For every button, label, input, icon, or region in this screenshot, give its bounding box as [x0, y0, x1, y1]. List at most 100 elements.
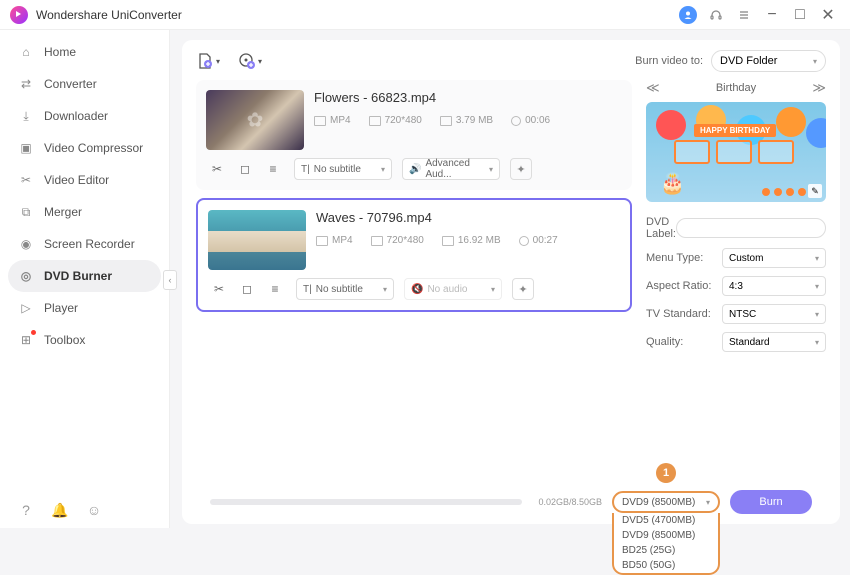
quality-select[interactable]: Standard▾	[722, 332, 826, 352]
recorder-icon: ◉	[18, 236, 34, 252]
file-duration: 00:06	[511, 115, 550, 126]
download-icon: ⤓	[18, 108, 34, 124]
toolbox-icon: ⊞	[18, 332, 34, 348]
close-icon[interactable]: ✕	[816, 3, 840, 27]
audio-select[interactable]: 🔇No audio▾	[404, 278, 502, 300]
app-title: Wondershare UniConverter	[36, 8, 182, 22]
minimize-icon[interactable]: −	[760, 3, 784, 27]
setting-label: TV Standard:	[646, 308, 722, 320]
disc-option[interactable]: DVD9 (8500MB)	[614, 528, 718, 543]
setting-label: Aspect Ratio:	[646, 280, 722, 292]
home-icon: ⌂	[18, 44, 34, 60]
dvd-icon: ◎	[18, 268, 34, 284]
file-name: Waves - 70796.mp4	[316, 210, 620, 225]
sidebar-item-label: Video Compressor	[44, 141, 143, 155]
file-format: MP4	[316, 235, 353, 246]
disc-type-select[interactable]: DVD9 (8500MB)▾	[612, 491, 720, 513]
burn-button[interactable]: Burn	[730, 490, 812, 514]
player-icon: ▷	[18, 300, 34, 316]
editor-icon: ✂	[18, 172, 34, 188]
sidebar-item-label: Merger	[44, 205, 82, 219]
app-logo	[10, 6, 28, 24]
more-icon[interactable]: ≡	[266, 162, 280, 176]
trim-icon[interactable]: ✂	[212, 282, 226, 296]
theme-next-button[interactable]: ≫	[812, 80, 826, 96]
disc-type-dropdown: DVD5 (4700MB) DVD9 (8500MB) BD25 (25G) B…	[612, 513, 720, 575]
sidebar-item-recorder[interactable]: ◉ Screen Recorder	[0, 228, 169, 260]
theme-prev-button[interactable]: ≪	[646, 80, 660, 96]
more-icon[interactable]: ≡	[268, 282, 282, 296]
sidebar-item-merger[interactable]: ⧉ Merger	[0, 196, 169, 228]
file-resolution: 720*480	[369, 115, 422, 126]
video-thumbnail[interactable]	[208, 210, 306, 270]
theme-preview[interactable]: HAPPY BIRTHDAY 🎂 ✎	[646, 102, 826, 202]
sidebar-item-player[interactable]: ▷ Player	[0, 292, 169, 324]
sidebar-item-label: Downloader	[44, 109, 108, 123]
sidebar-item-label: Video Editor	[44, 173, 109, 187]
sidebar-item-downloader[interactable]: ⤓ Downloader	[0, 100, 169, 132]
add-file-button[interactable]: ▾	[196, 52, 220, 70]
sidebar: ⌂ Home ⇄ Converter ⤓ Downloader ▣ Video Comp…	[0, 30, 170, 528]
feedback-icon[interactable]: ☺	[86, 502, 102, 518]
audio-select[interactable]: 🔊Advanced Aud...▾	[402, 158, 500, 180]
sidebar-item-editor[interactable]: ✂ Video Editor	[0, 164, 169, 196]
sidebar-item-label: Converter	[44, 77, 97, 91]
file-name: Flowers - 66823.mp4	[314, 90, 622, 105]
merger-icon: ⧉	[18, 204, 34, 220]
file-format: MP4	[314, 115, 351, 126]
theme-name: Birthday	[716, 82, 756, 94]
setting-label: Quality:	[646, 336, 722, 348]
sidebar-item-toolbox[interactable]: ⊞ Toolbox	[0, 324, 169, 356]
sidebar-item-label: Player	[44, 301, 78, 315]
cake-icon: 🎂	[660, 171, 685, 196]
menu-type-select[interactable]: Custom▾	[722, 248, 826, 268]
file-size: 16.92 MB	[442, 235, 501, 246]
sidebar-item-label: Toolbox	[44, 333, 85, 347]
size-text: 0.02GB/8.50GB	[538, 497, 602, 507]
file-card[interactable]: Flowers - 66823.mp4 MP4 720*480 3.79 MB …	[196, 80, 632, 190]
sidebar-collapse-button[interactable]: ‹	[163, 270, 177, 290]
disc-option[interactable]: BD25 (25G)	[614, 543, 718, 558]
sidebar-item-label: Screen Recorder	[44, 237, 135, 251]
disc-option[interactable]: DVD5 (4700MB)	[614, 513, 718, 528]
dvd-label-input[interactable]	[676, 218, 826, 238]
converter-icon: ⇄	[18, 76, 34, 92]
effects-button[interactable]: ✦	[510, 158, 532, 180]
sidebar-item-dvdburner[interactable]: ◎ DVD Burner	[8, 260, 161, 292]
progress-bar	[210, 499, 522, 505]
sidebar-item-home[interactable]: ⌂ Home	[0, 36, 169, 68]
setting-label: DVD Label:	[646, 216, 676, 240]
file-size: 3.79 MB	[440, 115, 493, 126]
file-resolution: 720*480	[371, 235, 424, 246]
edit-theme-icon[interactable]: ✎	[808, 184, 822, 198]
file-duration: 00:27	[519, 235, 558, 246]
maximize-icon[interactable]: □	[788, 3, 812, 27]
sidebar-item-label: DVD Burner	[44, 269, 112, 283]
crop-icon[interactable]: ◻	[238, 162, 252, 176]
disc-option[interactable]: BD50 (50G)	[614, 558, 718, 573]
video-thumbnail[interactable]	[206, 90, 304, 150]
trim-icon[interactable]: ✂	[210, 162, 224, 176]
setting-label: Menu Type:	[646, 252, 722, 264]
bell-icon[interactable]: 🔔	[52, 502, 68, 518]
burn-to-select[interactable]: DVD Folder▾	[711, 50, 826, 72]
compress-icon: ▣	[18, 140, 34, 156]
subtitle-select[interactable]: T|No subtitle▾	[296, 278, 394, 300]
user-icon[interactable]	[676, 3, 700, 27]
crop-icon[interactable]: ◻	[240, 282, 254, 296]
effects-button[interactable]: ✦	[512, 278, 534, 300]
callout-badge: 1	[656, 463, 676, 483]
aspect-ratio-select[interactable]: 4:3▾	[722, 276, 826, 296]
sidebar-item-converter[interactable]: ⇄ Converter	[0, 68, 169, 100]
file-card[interactable]: Waves - 70796.mp4 MP4 720*480 16.92 MB 0…	[196, 198, 632, 312]
sidebar-item-label: Home	[44, 45, 76, 59]
sidebar-item-compressor[interactable]: ▣ Video Compressor	[0, 132, 169, 164]
subtitle-select[interactable]: T|No subtitle▾	[294, 158, 392, 180]
tv-standard-select[interactable]: NTSC▾	[722, 304, 826, 324]
add-disc-button[interactable]: ▾	[238, 52, 262, 70]
help-icon[interactable]: ?	[18, 502, 34, 518]
burn-to-label: Burn video to:	[635, 55, 703, 67]
menu-icon[interactable]	[732, 3, 756, 27]
headset-icon[interactable]	[704, 3, 728, 27]
theme-banner: HAPPY BIRTHDAY	[694, 124, 776, 137]
